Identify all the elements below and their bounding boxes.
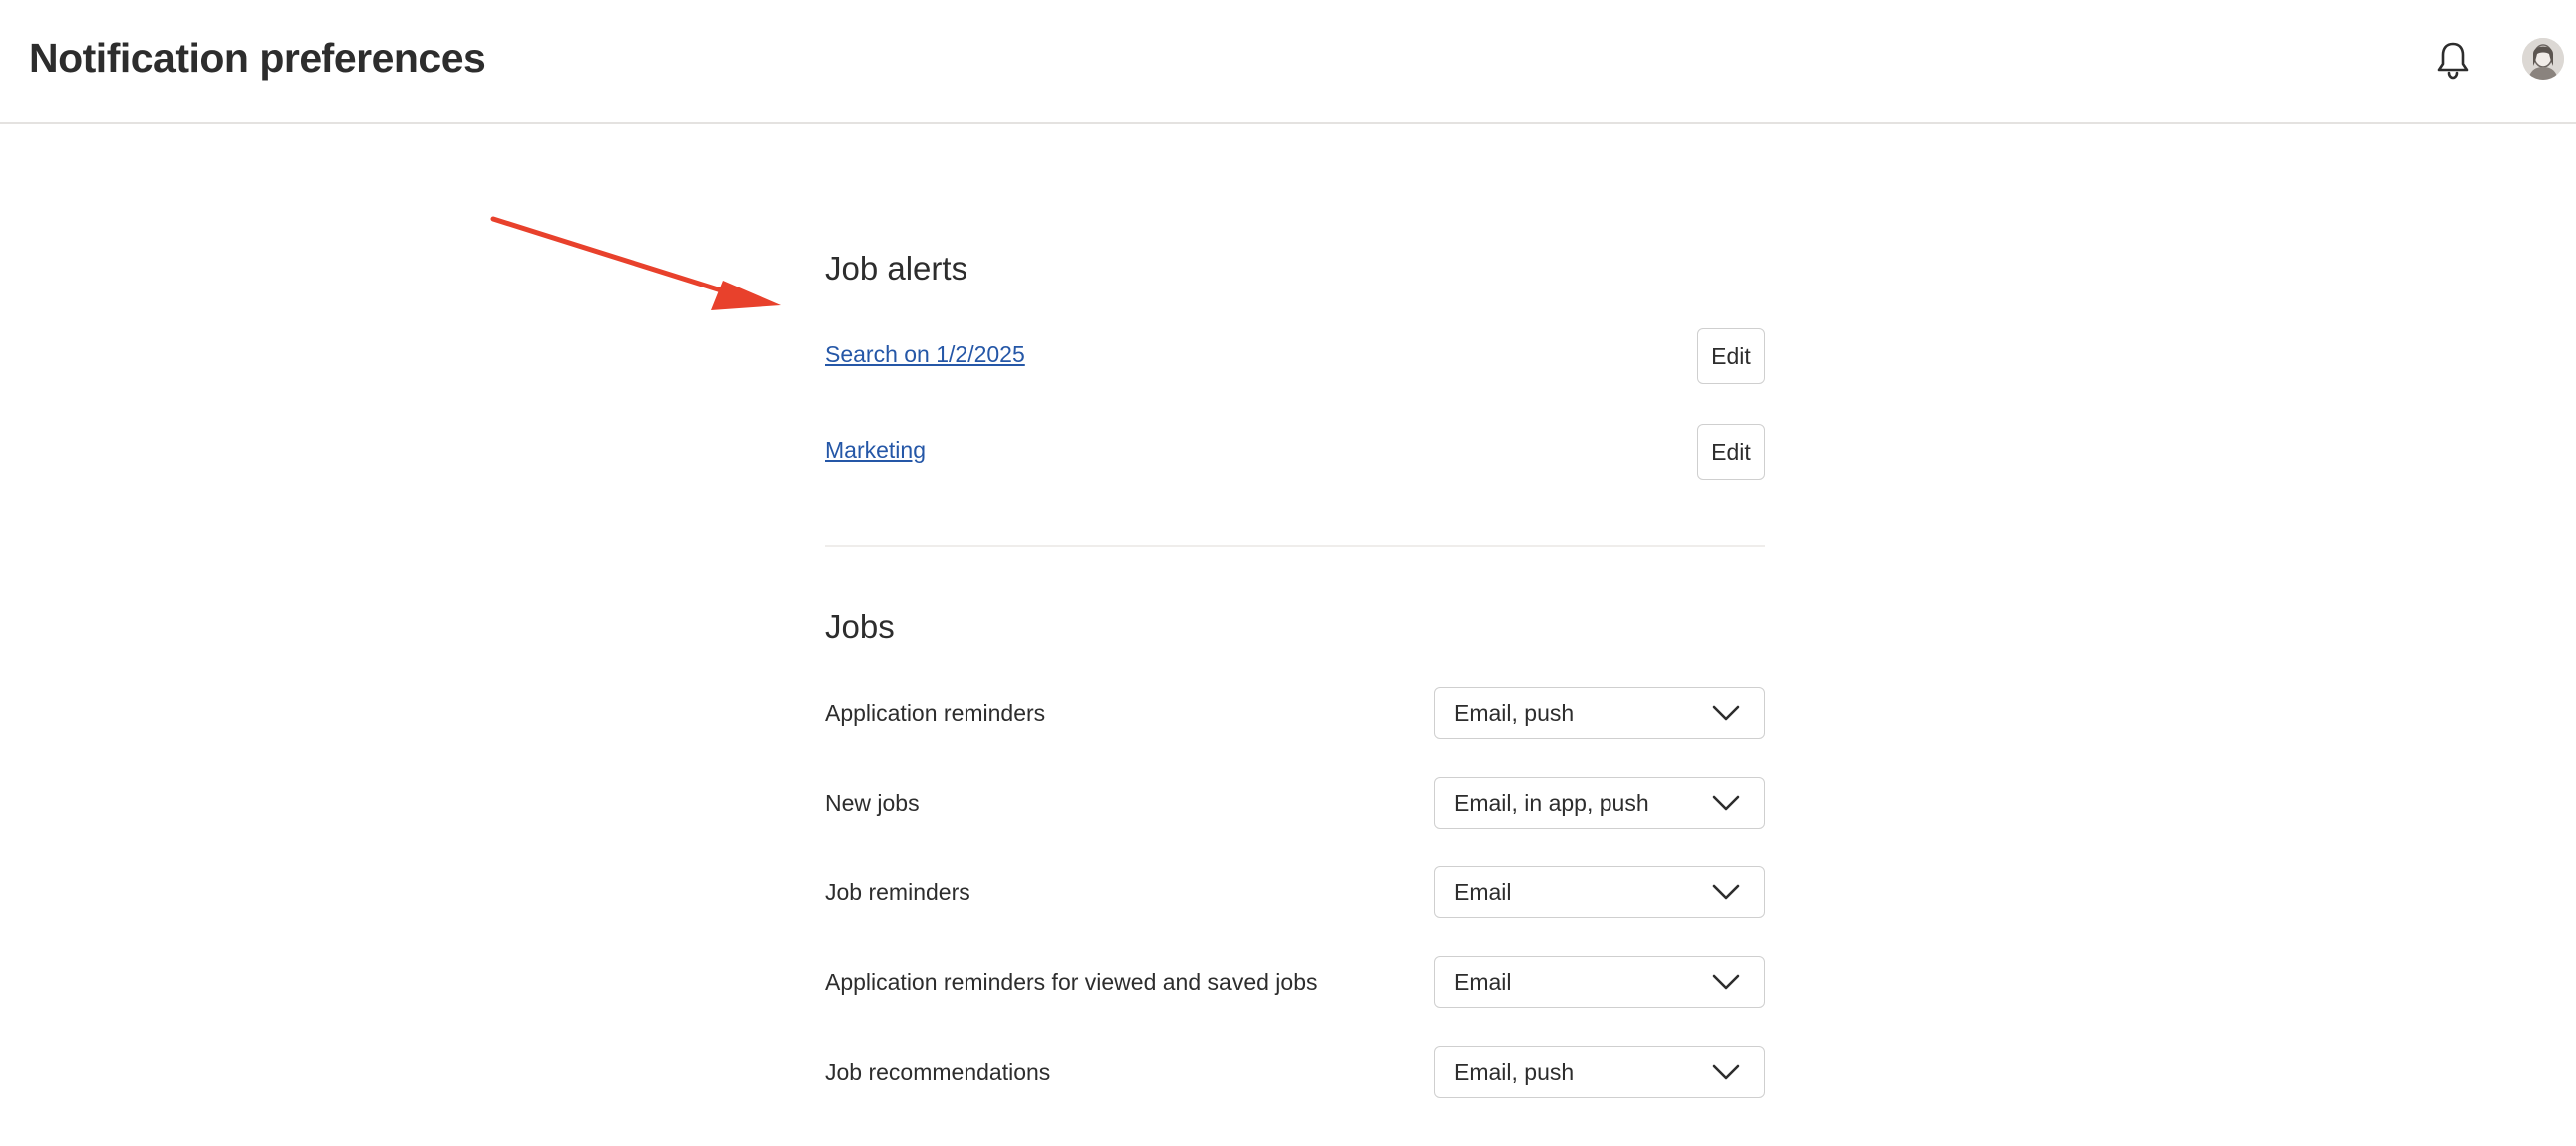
pref-select-new-jobs[interactable]: Email, in app, push [1434,777,1765,829]
edit-alert-search-button[interactable]: Edit [1697,328,1765,384]
bell-icon[interactable] [2436,40,2470,80]
pref-label: New jobs [825,790,920,816]
section-divider [825,545,1765,547]
job-alert-row: Search on 1/2/2025 Edit [825,328,1765,386]
annotation-arrow [490,216,781,310]
pref-label: Job recommendations [825,1059,1051,1085]
chevron-down-icon [1712,884,1740,900]
chevron-down-icon [1712,974,1740,990]
avatar-image [2522,38,2564,80]
avatar[interactable] [2522,38,2564,80]
pref-label: Application reminders [825,700,1046,726]
pref-select-value: Email, push [1454,1059,1575,1085]
job-alert-link-search[interactable]: Search on 1/2/2025 [825,341,1025,368]
job-alerts-heading: Job alerts [825,250,968,286]
pref-select-value: Email [1454,879,1512,905]
job-alert-link-marketing[interactable]: Marketing [825,437,926,464]
pref-select-viewed-saved-reminders[interactable]: Email [1434,956,1765,1008]
chevron-down-icon [1712,705,1740,721]
jobs-heading: Jobs [825,608,895,645]
pref-row-application-reminders: Application reminders Email, push [825,687,1765,739]
pref-row-viewed-saved-reminders: Application reminders for viewed and sav… [825,956,1765,1008]
top-header: Notification preferences [0,0,2576,124]
edit-alert-marketing-button[interactable]: Edit [1697,424,1765,480]
pref-select-job-reminders[interactable]: Email [1434,866,1765,918]
job-alert-row: Marketing Edit [825,424,1765,482]
pref-row-job-recommendations: Job recommendations Email, push [825,1046,1765,1098]
pref-select-application-reminders[interactable]: Email, push [1434,687,1765,739]
pref-label: Application reminders for viewed and sav… [825,969,1318,995]
pref-select-value: Email, in app, push [1454,790,1649,816]
pref-row-new-jobs: New jobs Email, in app, push [825,777,1765,829]
pref-row-job-reminders: Job reminders Email [825,866,1765,918]
chevron-down-icon [1712,795,1740,811]
page-title: Notification preferences [29,35,486,81]
pref-label: Job reminders [825,879,970,905]
chevron-down-icon [1712,1064,1740,1080]
pref-select-job-recommendations[interactable]: Email, push [1434,1046,1765,1098]
pref-select-value: Email [1454,969,1512,995]
pref-select-value: Email, push [1454,700,1575,726]
